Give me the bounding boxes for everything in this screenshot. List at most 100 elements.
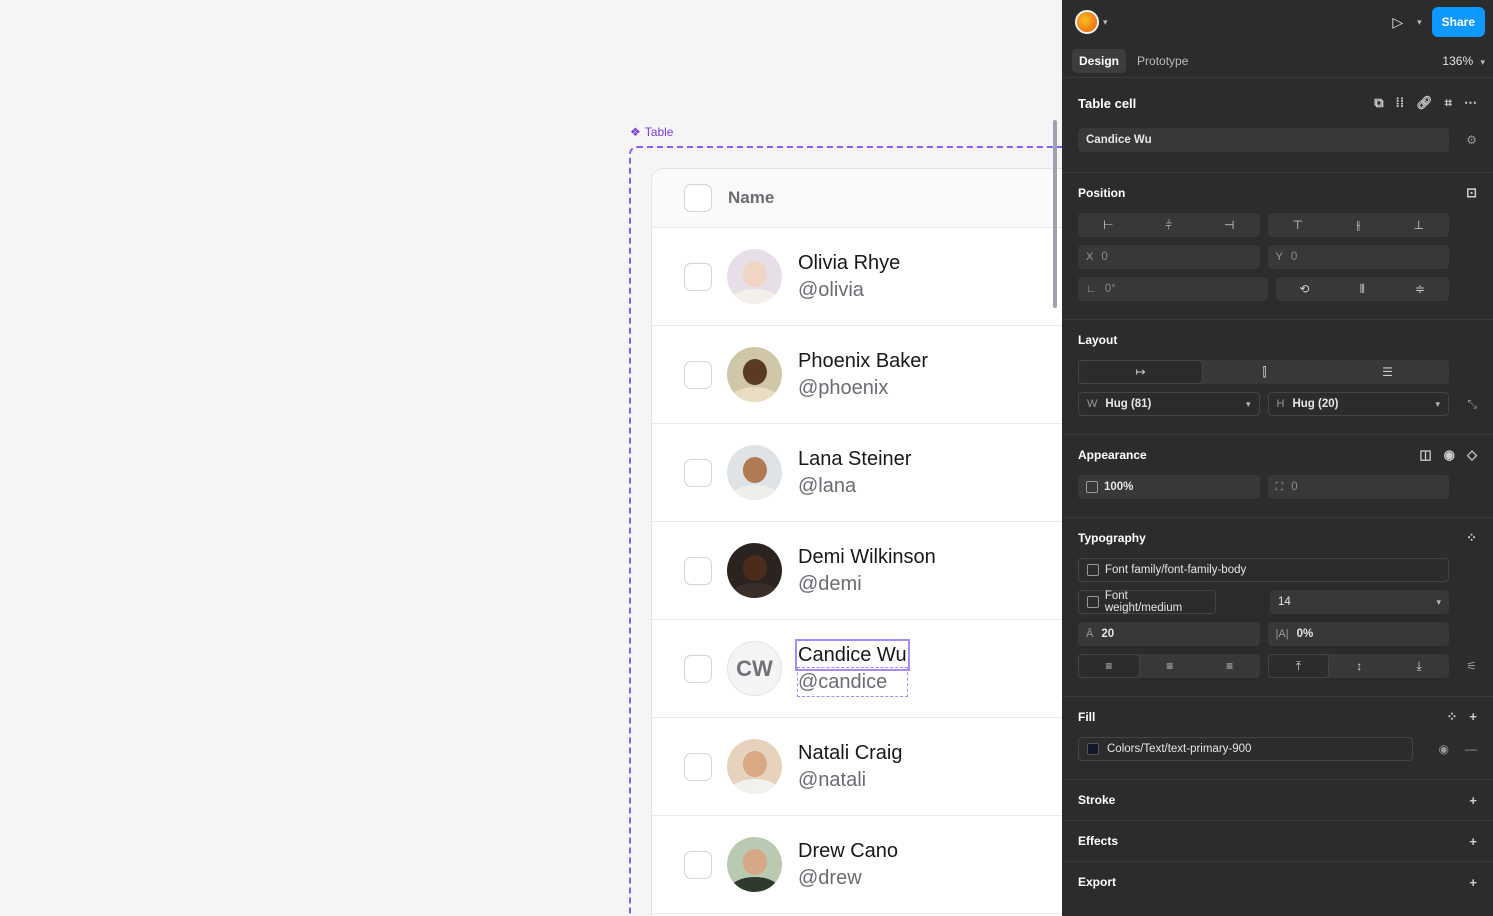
table-cell[interactable]: Demi Wilkinson @demi xyxy=(798,544,936,598)
styles-icon[interactable]: ⁘ xyxy=(1466,530,1477,546)
row-checkbox[interactable] xyxy=(684,360,712,389)
align-right-icon[interactable]: ⊣ xyxy=(1199,213,1260,237)
drop-icon[interactable]: ◇ xyxy=(1467,447,1477,463)
row-checkbox[interactable] xyxy=(684,556,712,585)
chevron-down-icon[interactable]: ▾ xyxy=(1417,17,1422,28)
table-row[interactable]: Demi Wilkinson @demi xyxy=(652,522,1062,620)
align-top-icon[interactable]: ⊤ xyxy=(1268,213,1329,237)
user-name[interactable]: Lana Steiner xyxy=(798,446,911,472)
remove-icon[interactable]: — xyxy=(1457,742,1477,756)
table-cell[interactable]: Natali Craig @natali xyxy=(798,740,902,794)
user-handle[interactable]: @phoenix xyxy=(798,374,928,402)
constraints-icon[interactable]: ⊡ xyxy=(1466,185,1477,201)
tab-prototype[interactable]: Prototype xyxy=(1130,49,1195,73)
text-align-left-icon[interactable]: ≡ xyxy=(1078,654,1140,678)
add-icon[interactable]: + xyxy=(1469,875,1477,890)
frame-label[interactable]: ❖ Table xyxy=(630,125,673,139)
user-handle[interactable]: @candice xyxy=(797,666,908,697)
more-icon[interactable]: ⋯ xyxy=(1464,95,1477,111)
table-row[interactable]: Lana Steiner @lana xyxy=(652,424,1062,522)
user-handle[interactable]: @lana xyxy=(798,472,911,500)
component-props-icon[interactable]: ⚙ xyxy=(1457,133,1477,147)
align-middle-icon[interactable]: ⫲ xyxy=(1328,213,1389,237)
user-handle[interactable]: @demi xyxy=(798,570,936,598)
font-weight-field[interactable]: Font weight/medium xyxy=(1078,590,1216,614)
line-height-field[interactable]: Ā 20 xyxy=(1078,622,1260,646)
width-field[interactable]: W Hug (81) ▾ xyxy=(1078,392,1260,416)
y-field[interactable]: Y0 xyxy=(1267,245,1449,269)
go-to-main-icon[interactable]: ⧉ xyxy=(1374,95,1383,111)
auto-layout-wrap-icon[interactable]: ⫿ xyxy=(1203,360,1326,384)
share-button[interactable]: Share xyxy=(1431,7,1485,37)
chevron-down-icon[interactable]: ▾ xyxy=(1103,17,1108,28)
tab-design[interactable]: Design xyxy=(1072,48,1127,73)
blend-mode-icon[interactable]: ◫ xyxy=(1419,447,1431,463)
select-all-checkbox[interactable] xyxy=(684,184,712,212)
text-align-right-icon[interactable]: ≡ xyxy=(1200,654,1260,678)
type-settings-icon[interactable]: ⚟ xyxy=(1457,659,1477,673)
rotate-icon[interactable]: ⟲ xyxy=(1276,277,1334,301)
table-cell[interactable]: Phoenix Baker @phoenix xyxy=(798,348,928,402)
appearance-header: Appearance ◫ ◉ ◇ xyxy=(1078,435,1477,475)
table-row[interactable]: Drew Cano @drew xyxy=(652,816,1062,914)
eye-icon[interactable]: ◉ xyxy=(1444,447,1455,463)
row-checkbox[interactable] xyxy=(684,850,712,879)
corner-radius-field[interactable]: ⛶ 0 xyxy=(1267,475,1449,499)
x-field[interactable]: X0 xyxy=(1078,245,1260,269)
text-align-middle-icon[interactable]: ↕ xyxy=(1329,654,1389,678)
row-checkbox[interactable] xyxy=(684,458,712,487)
zoom-dropdown[interactable]: 136% ▾ xyxy=(1442,54,1485,68)
resize-icon[interactable]: ⤡ xyxy=(1457,397,1477,412)
user-name[interactable]: Drew Cano xyxy=(798,838,898,864)
text-align-center-icon[interactable]: ≡ xyxy=(1140,654,1200,678)
add-icon[interactable]: + xyxy=(1469,834,1477,849)
row-checkbox[interactable] xyxy=(684,262,712,291)
table-row[interactable]: Olivia Rhye @olivia xyxy=(652,228,1062,326)
fill-style-field[interactable]: Colors/Text/text-primary-900 xyxy=(1078,737,1413,761)
canvas-scrollbar[interactable] xyxy=(1053,120,1057,308)
user-name[interactable]: Olivia Rhye xyxy=(798,250,900,276)
user-handle[interactable]: @drew xyxy=(798,864,898,892)
link-icon[interactable]: 🔗︎ xyxy=(1416,95,1433,111)
styles-icon[interactable]: ⁘ xyxy=(1447,709,1458,725)
align-left-icon[interactable]: ⊢ xyxy=(1078,213,1139,237)
table-cell[interactable]: Lana Steiner @lana xyxy=(798,446,911,500)
rotation-field[interactable]: ∟ 0° xyxy=(1078,277,1268,301)
user-name[interactable]: Phoenix Baker xyxy=(798,348,928,374)
text-layout-icon[interactable]: ☰ xyxy=(1326,360,1449,384)
align-bottom-icon[interactable]: ⊥ xyxy=(1389,213,1450,237)
letter-spacing-field[interactable]: |A| 0% xyxy=(1267,622,1449,646)
user-name[interactable]: Demi Wilkinson xyxy=(798,544,936,570)
table-row[interactable]: Phoenix Baker @phoenix xyxy=(652,326,1062,424)
detach-icon[interactable]: ⌗ xyxy=(1445,95,1452,111)
table-cell[interactable]: Olivia Rhye @olivia xyxy=(798,250,900,304)
flip-horizontal-icon[interactable]: ⫴ xyxy=(1333,277,1391,301)
table-row[interactable]: CW Candice Wu @candice xyxy=(652,620,1062,718)
text-align-top-icon[interactable]: ⤒ xyxy=(1267,654,1330,678)
add-icon[interactable]: + xyxy=(1469,793,1477,808)
opacity-field[interactable]: 100% xyxy=(1078,475,1260,499)
user-handle[interactable]: @olivia xyxy=(798,276,900,304)
play-icon[interactable]: ▷ xyxy=(1392,14,1403,31)
layer-name-field[interactable]: Candice Wu xyxy=(1078,128,1449,152)
flip-vertical-icon[interactable]: ≑ xyxy=(1391,277,1449,301)
user-name[interactable]: Natali Craig xyxy=(798,740,902,766)
table-cell[interactable]: Drew Cano @drew xyxy=(798,838,898,892)
height-field[interactable]: H Hug (20) ▾ xyxy=(1267,392,1449,416)
auto-layout-horizontal-icon[interactable]: ↦ xyxy=(1078,360,1203,384)
user-name[interactable]: Candice Wu xyxy=(795,638,910,671)
user-handle[interactable]: @natali xyxy=(798,766,902,794)
row-checkbox[interactable] xyxy=(684,752,712,781)
add-icon[interactable]: + xyxy=(1469,709,1477,725)
align-center-h-icon[interactable]: ⫩ xyxy=(1139,213,1200,237)
table-cell[interactable]: Candice Wu @candice xyxy=(795,638,910,697)
user-avatar[interactable] xyxy=(1075,10,1099,34)
design-canvas[interactable]: ❖ Table Name Olivia Rhye @olivia Phoenix B… xyxy=(0,0,1062,916)
grid-icon[interactable]: ⁞⁞ xyxy=(1395,95,1404,111)
row-checkbox[interactable] xyxy=(684,654,712,683)
text-align-bottom-icon[interactable]: ⤓ xyxy=(1389,654,1449,678)
font-family-field[interactable]: Font family/font-family-body xyxy=(1078,558,1449,582)
eye-icon[interactable]: ◉ xyxy=(1421,742,1449,756)
table-row[interactable]: Natali Craig @natali xyxy=(652,718,1062,816)
font-size-field[interactable]: 14 ▾ xyxy=(1270,590,1449,614)
